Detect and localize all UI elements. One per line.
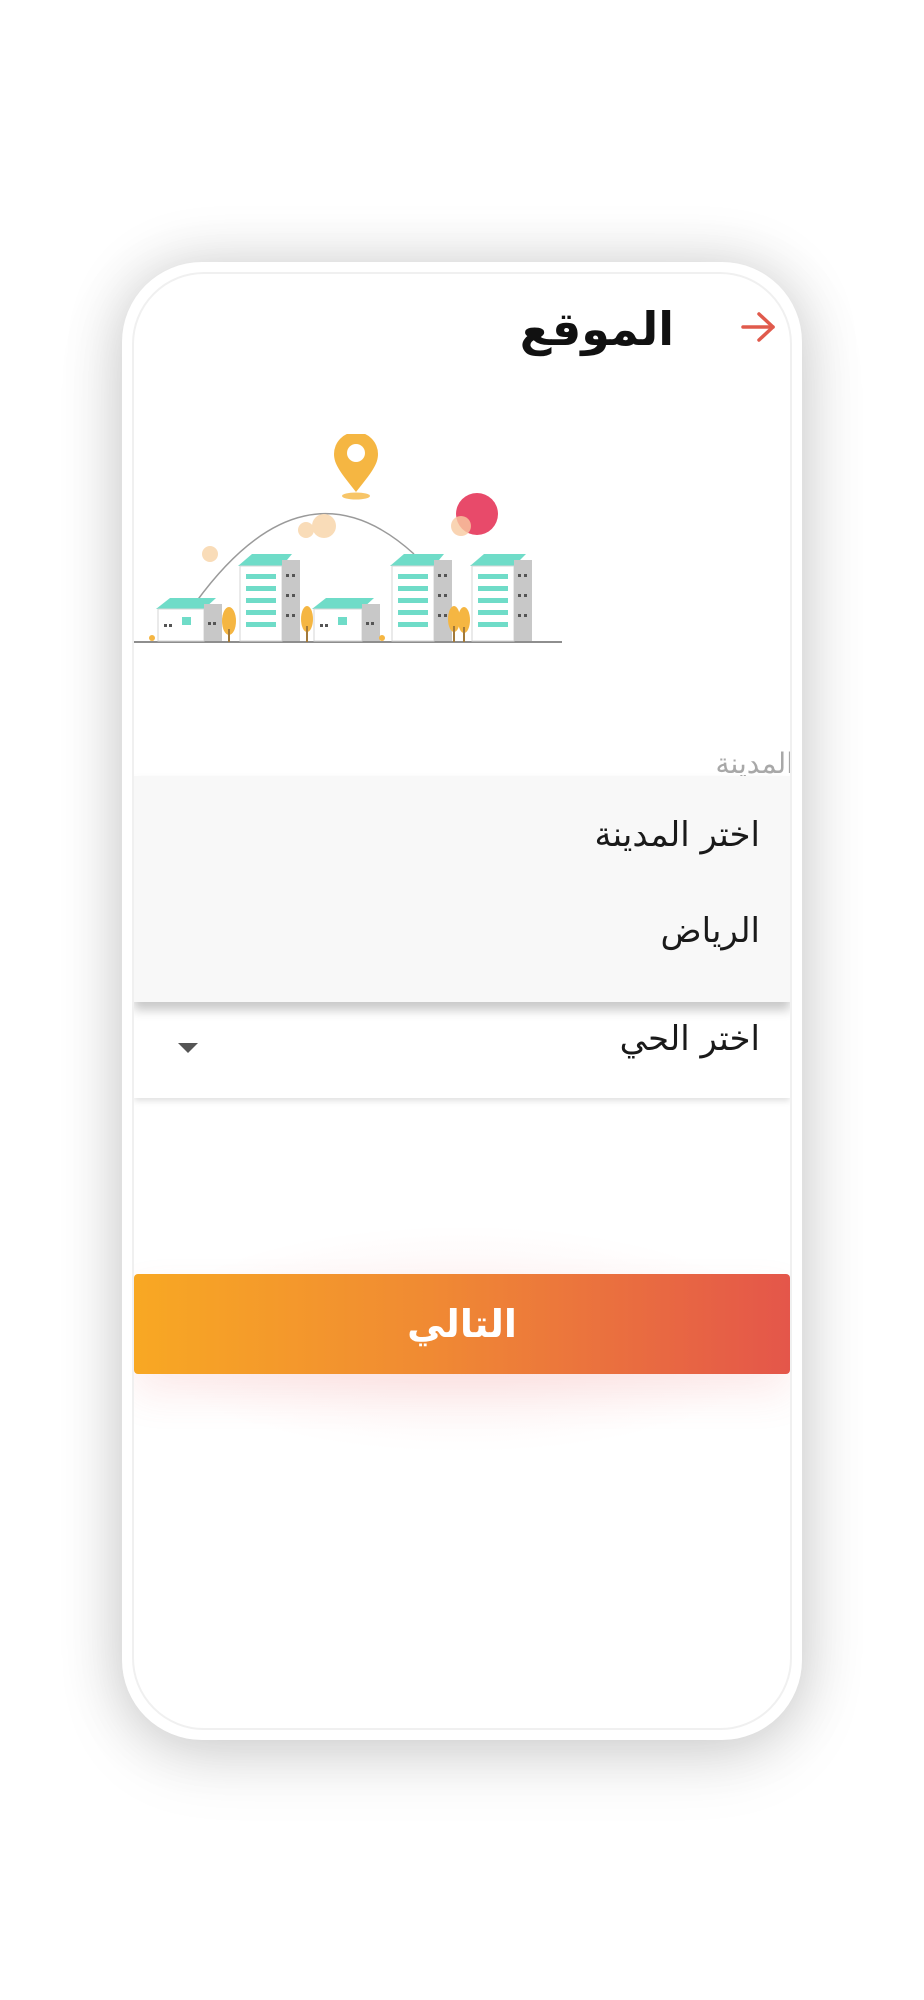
city-illustration (134, 434, 562, 643)
page-title: الموقع (519, 302, 674, 356)
city-option-riyadh[interactable]: الرياض (661, 906, 761, 956)
city-option-placeholder[interactable]: اختر المدينة (594, 810, 760, 860)
back-button[interactable] (734, 302, 784, 352)
district-select-value: اختر الحي (619, 1019, 760, 1059)
device-frame: الموقع المدينة اختر المدينة الرياض اختر … (122, 262, 802, 1740)
app-screen: الموقع المدينة اختر المدينة الرياض اختر … (132, 272, 792, 1730)
screen-background: الموقع المدينة اختر المدينة الرياض اختر … (0, 0, 924, 2000)
arrow-right-icon (741, 312, 775, 342)
district-select[interactable]: اختر الحي (134, 1000, 790, 1098)
city-dropdown-menu: اختر المدينة الرياض (134, 776, 790, 1002)
next-button[interactable]: التالي (134, 1274, 790, 1374)
caret-down-icon (178, 1043, 198, 1053)
